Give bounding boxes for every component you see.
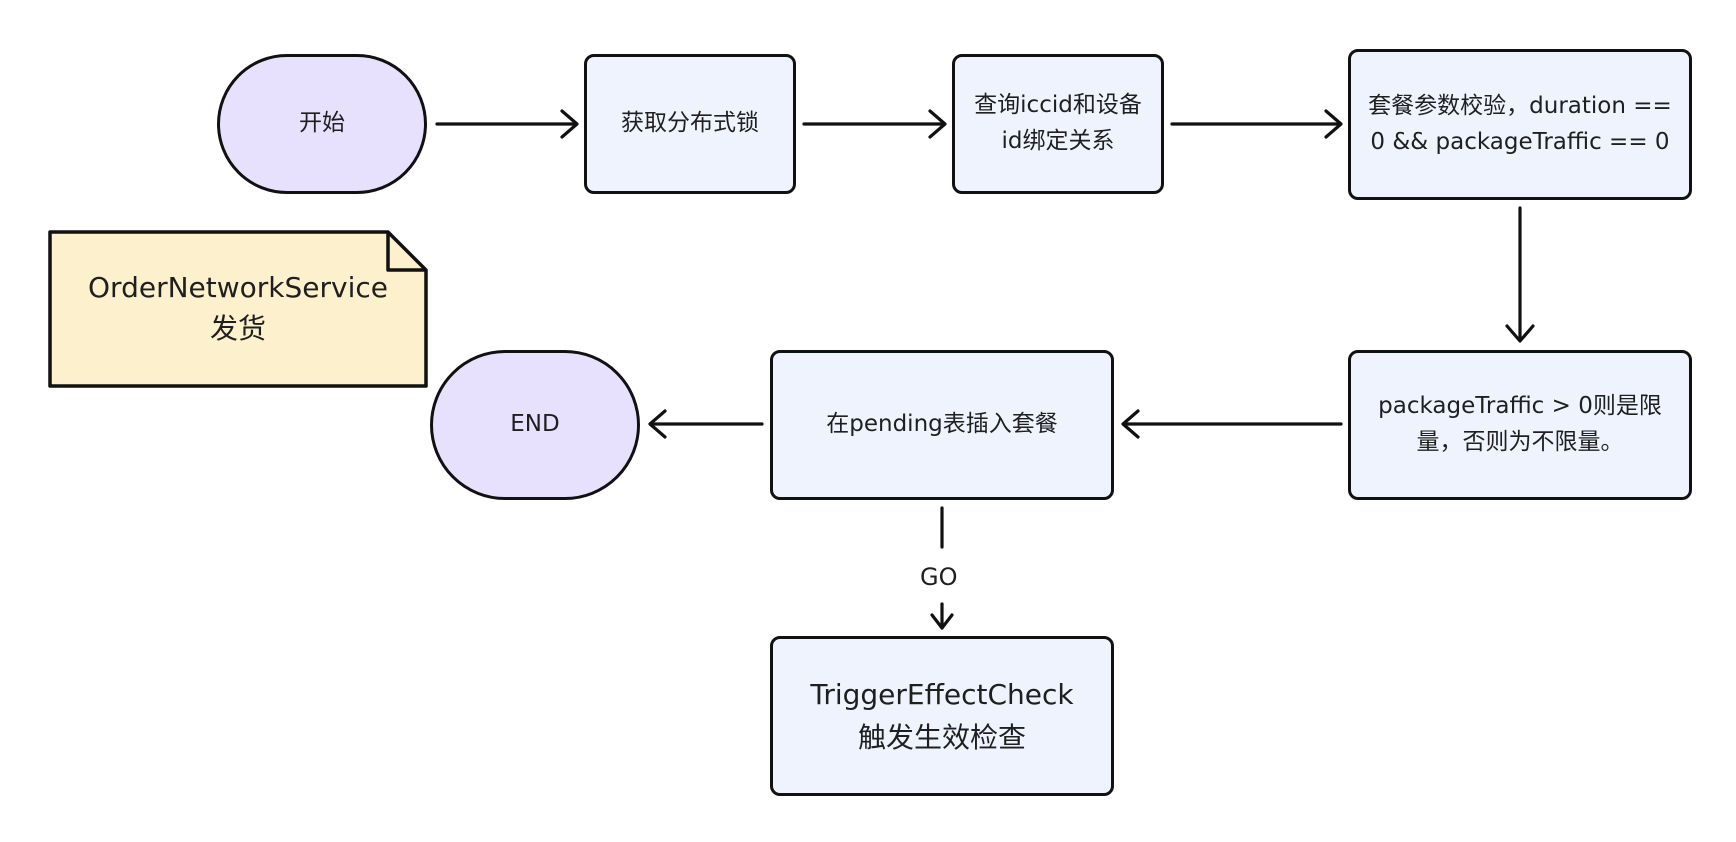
flowchart-canvas: GO OrderNetworkService 发货 开始 获取分布式锁 查询ic… [0, 0, 1736, 842]
start-label: 开始 [299, 110, 345, 137]
validate-package-label: 套餐参数校验，duration == 0 && packageTraffic =… [1368, 92, 1672, 155]
note-order-network-service: OrderNetworkService 发货 [48, 230, 428, 388]
end-label: END [510, 411, 560, 438]
insert-pending-label: 在pending表插入套餐 [826, 411, 1058, 438]
query-binding-node: 查询iccid和设备 id绑定关系 [952, 54, 1164, 194]
acquire-lock-label: 获取分布式锁 [621, 110, 759, 137]
start-node: 开始 [217, 54, 427, 194]
traffic-limit-node: packageTraffic > 0则是限 量，否则为不限量。 [1348, 350, 1692, 500]
trigger-effect-check-node: TriggerEffectCheck 触发生效检查 [770, 636, 1114, 796]
query-binding-label: 查询iccid和设备 id绑定关系 [974, 92, 1142, 154]
edge-label-go: GO [916, 563, 962, 591]
insert-pending-node: 在pending表插入套餐 [770, 350, 1114, 500]
note-text: OrderNetworkService 发货 [88, 271, 388, 345]
acquire-lock-node: 获取分布式锁 [584, 54, 796, 194]
trigger-effect-check-label: TriggerEffectCheck 触发生效检查 [810, 677, 1074, 754]
validate-package-node: 套餐参数校验，duration == 0 && packageTraffic =… [1348, 49, 1692, 200]
traffic-limit-label: packageTraffic > 0则是限 量，否则为不限量。 [1378, 393, 1662, 455]
end-node: END [430, 350, 640, 500]
